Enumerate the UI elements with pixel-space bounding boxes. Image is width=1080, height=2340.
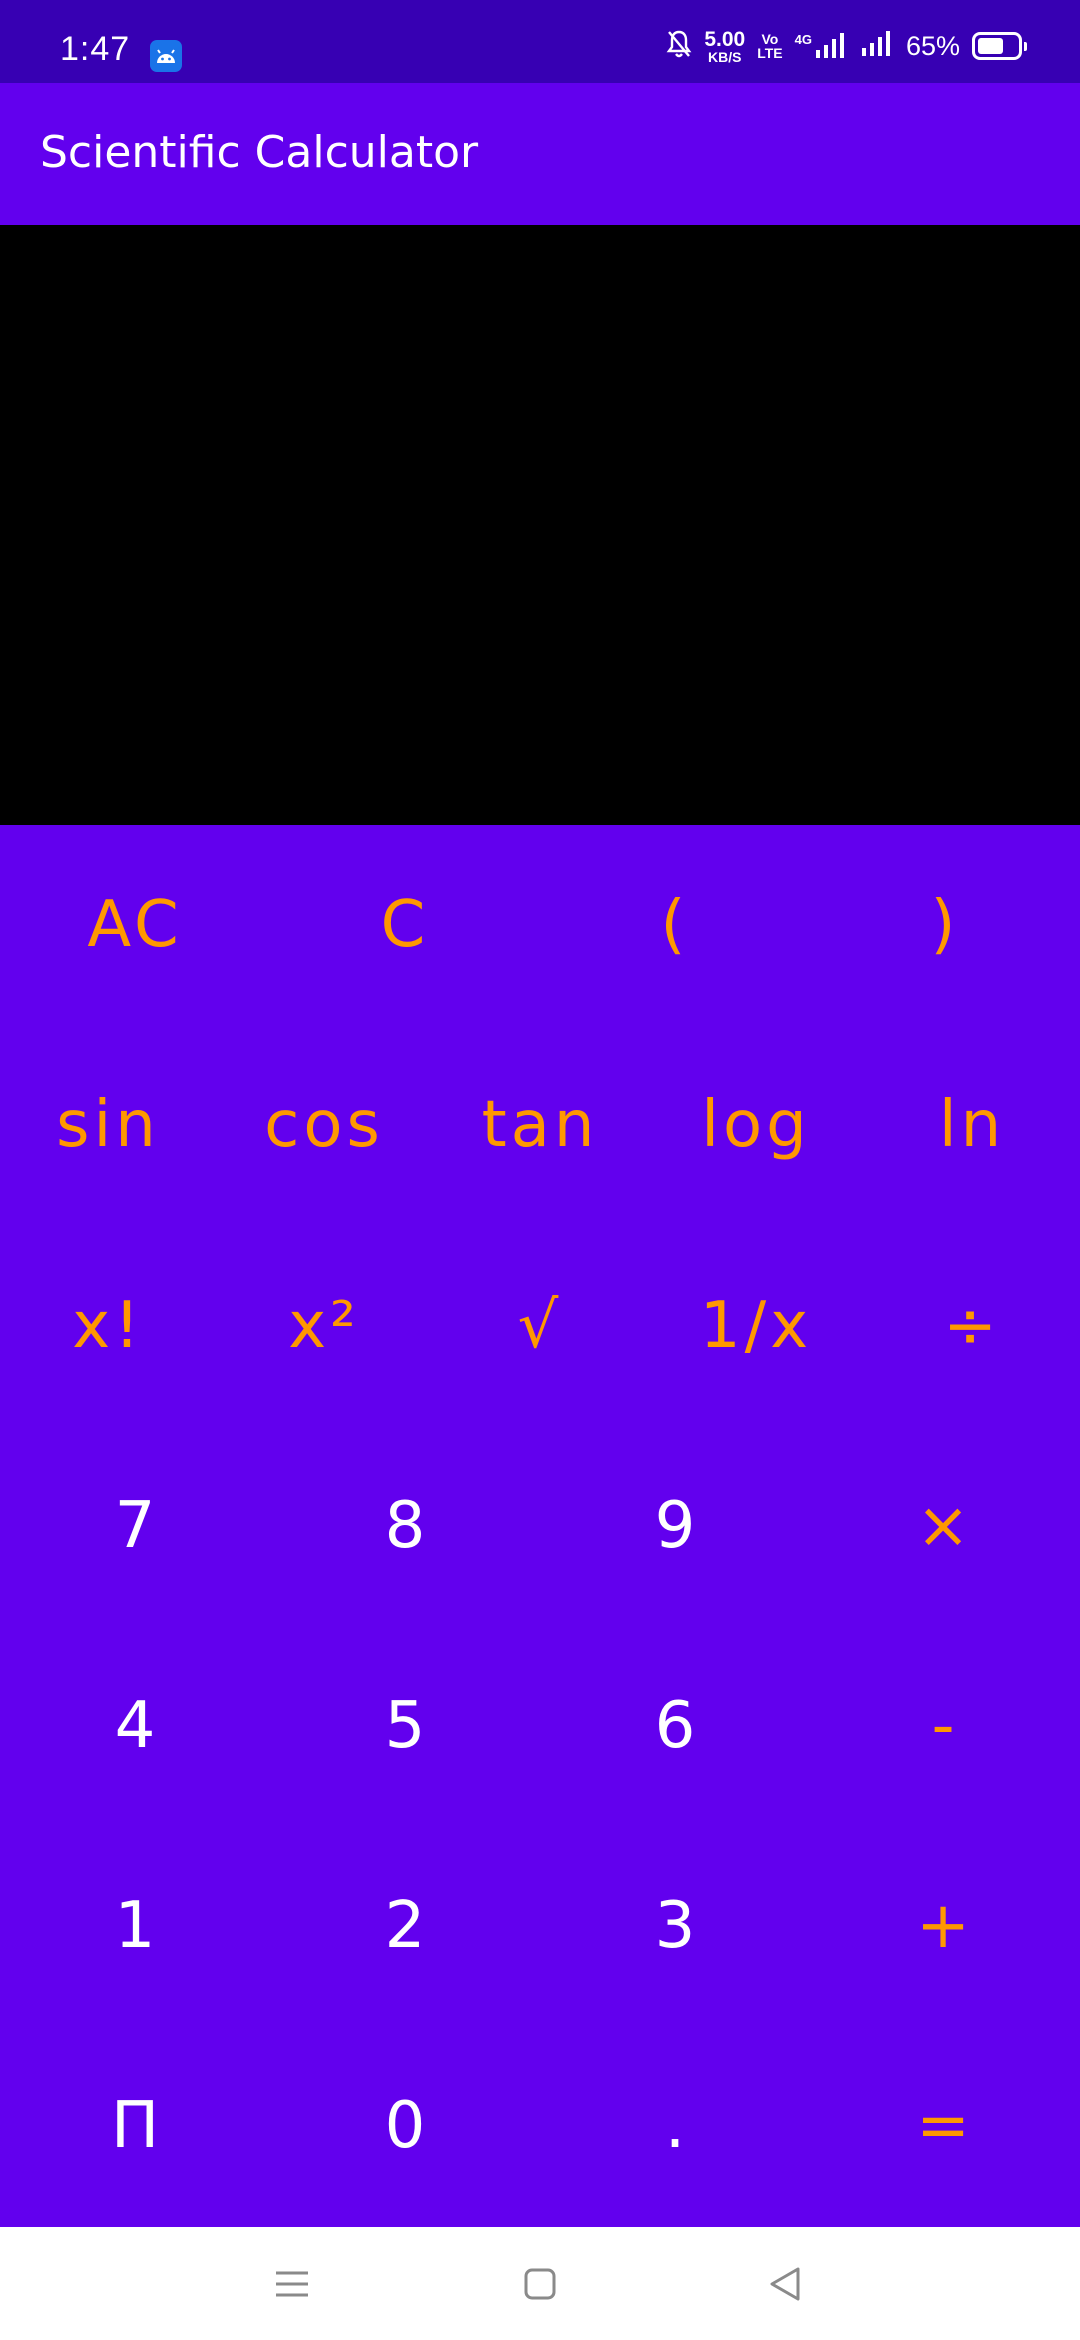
mute-bell-icon (666, 29, 692, 63)
network-speed: 5.00 KB/S (704, 29, 745, 64)
all-clear-button[interactable]: AC (0, 825, 270, 1025)
square-root-button[interactable]: √ (432, 1226, 648, 1426)
digit-5-button[interactable]: 5 (270, 1626, 540, 1826)
keypad-row: sin cos tan log ln (0, 1025, 1080, 1225)
digit-7-button[interactable]: 7 (0, 1426, 270, 1626)
home-icon[interactable] (480, 2227, 600, 2340)
keypad-row: AC C() (0, 825, 1080, 1025)
status-time: 1:47 (60, 30, 131, 68)
add-button[interactable]: + (810, 1826, 1080, 2026)
calculator-display (0, 225, 1080, 825)
app-title: Scientific Calculator (40, 127, 479, 178)
network-type: 4G (794, 32, 812, 47)
keypad-row: Π 0. = (0, 2026, 1080, 2226)
keypad: AC C() sin cos tan log ln x! x² √ 1/x ÷ 7 8 9 × 4 5 6-1 2 3 +… (0, 825, 1080, 2227)
signal-icon-secondary (860, 30, 894, 62)
menu-icon[interactable] (232, 2227, 352, 2340)
digit-8-button[interactable]: 8 (270, 1426, 540, 1626)
calculator-screen: 1:47 5.00 KB/S Vo LTE 4G 65% Scientific … (0, 0, 1080, 2340)
android-icon (150, 40, 182, 72)
digit-4-button[interactable]: 4 (0, 1626, 270, 1826)
keypad-row: 7 8 9 × (0, 1426, 1080, 1626)
pi-button[interactable]: Π (0, 2026, 270, 2226)
tan-button[interactable]: tan (432, 1025, 648, 1225)
battery-icon (972, 32, 1027, 60)
clear-button[interactable]: C (270, 825, 540, 1025)
network-speed-value: 5.00 (704, 27, 746, 51)
digit-2-button[interactable]: 2 (270, 1826, 540, 2026)
status-indicators: 5.00 KB/S Vo LTE 4G 65% (666, 26, 1027, 66)
navigation-bar (0, 2227, 1080, 2340)
open-paren-button[interactable]: ( (540, 825, 810, 1025)
equals-button[interactable]: = (810, 2026, 1080, 2226)
signal-icon: 4G (795, 32, 848, 60)
digit-1-button[interactable]: 1 (0, 1826, 270, 2026)
app-bar: Scientific Calculator (0, 83, 1080, 225)
digit-3-button[interactable]: 3 (540, 1826, 810, 2026)
digit-0-button[interactable]: 0 (270, 2026, 540, 2226)
digit-6-button[interactable]: 6 (540, 1626, 810, 1826)
cos-button[interactable]: cos (216, 1025, 432, 1225)
volte-indicator: Vo LTE (757, 32, 782, 60)
ln-button[interactable]: ln (864, 1025, 1080, 1225)
status-bar: 1:47 5.00 KB/S Vo LTE 4G 65% (0, 0, 1080, 83)
square-button[interactable]: x² (216, 1226, 432, 1426)
reciprocal-button[interactable]: 1/x (648, 1226, 864, 1426)
factorial-button[interactable]: x! (0, 1226, 216, 1426)
battery-fill (978, 38, 1003, 54)
keypad-row: 456- (0, 1626, 1080, 1826)
divide-button[interactable]: ÷ (864, 1226, 1080, 1426)
battery-percent: 65% (905, 30, 960, 61)
digit-9-button[interactable]: 9 (540, 1426, 810, 1626)
subtract-button[interactable]: - (810, 1626, 1080, 1826)
close-paren-button[interactable]: ) (810, 825, 1080, 1025)
network-speed-unit: KB/S (708, 48, 742, 65)
volte-bottom: LTE (757, 45, 783, 61)
multiply-button[interactable]: × (810, 1426, 1080, 1626)
decimal-point-button[interactable]: . (540, 2026, 810, 2226)
keypad-row: 1 2 3 + (0, 1826, 1080, 2026)
sin-button[interactable]: sin (0, 1025, 216, 1225)
back-icon[interactable] (725, 2227, 845, 2340)
log-button[interactable]: log (648, 1025, 864, 1225)
keypad-row: x! x² √ 1/x ÷ (0, 1226, 1080, 1426)
volte-top: Vo (761, 31, 779, 47)
